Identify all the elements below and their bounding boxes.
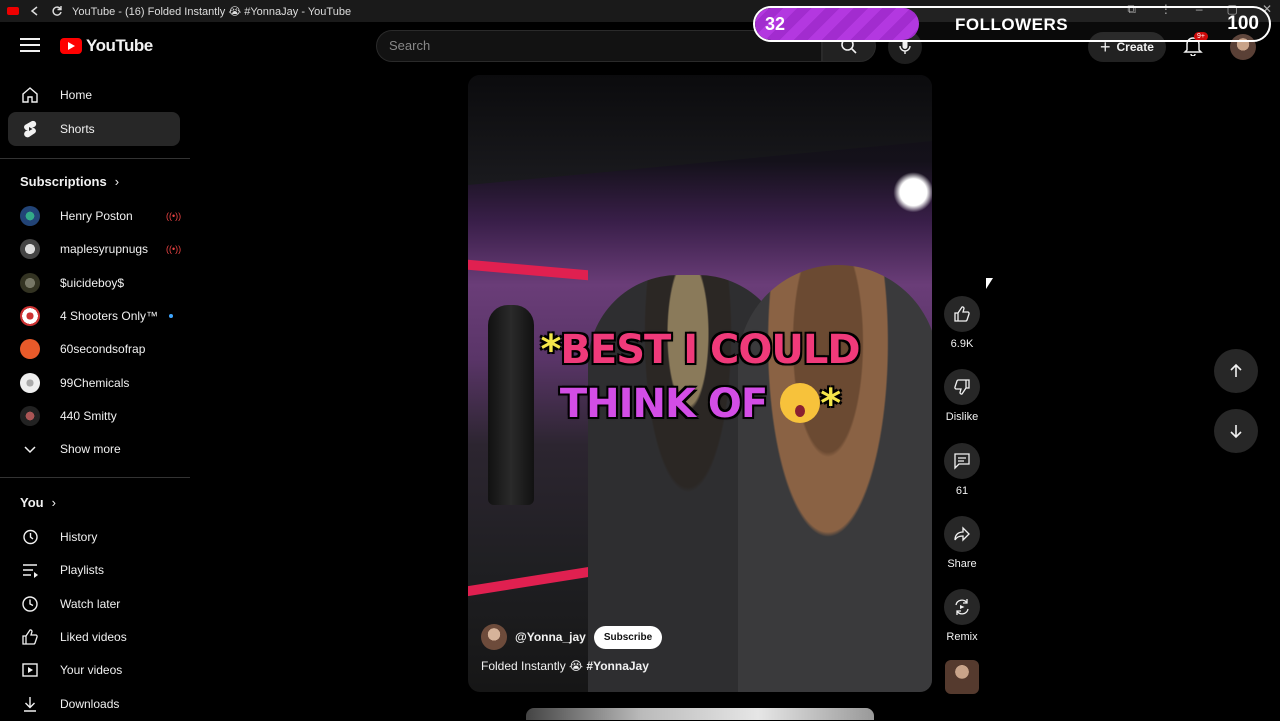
channel-avatar[interactable] (481, 624, 507, 650)
home-icon (20, 85, 40, 105)
channel-avatar (20, 406, 40, 426)
sidebar-sub-henry-poston[interactable]: Henry Poston ((•)) (8, 199, 182, 233)
like-button[interactable]: 6.9K (938, 296, 986, 350)
channel-avatar (20, 373, 40, 393)
sidebar-item-liked-videos[interactable]: Liked videos (8, 620, 180, 654)
youtube-logo[interactable]: YouTube (60, 36, 153, 56)
you-heading[interactable]: You › (20, 495, 56, 510)
subscriptions-heading[interactable]: Subscriptions › (20, 174, 119, 189)
video-caption-overlay-line2: THINK OF * (559, 381, 841, 427)
share-button[interactable]: Share (938, 516, 986, 570)
sidebar: Home Shorts Subscriptions › Henry Poston… (0, 78, 190, 720)
sidebar-item-downloads[interactable]: Downloads (8, 687, 180, 721)
sidebar-sub-440-smitty[interactable]: 440 Smitty (8, 399, 180, 433)
sidebar-item-history[interactable]: History (8, 520, 180, 554)
arrow-down-icon (1230, 425, 1242, 439)
new-content-dot (169, 314, 173, 318)
channel-avatar (20, 273, 40, 293)
sidebar-sub-uicideboys[interactable]: $uicideboy$ (8, 266, 180, 300)
download-icon (20, 694, 40, 714)
followers-goal: 100 (1227, 13, 1259, 34)
reload-icon[interactable] (48, 2, 66, 20)
search-input[interactable] (377, 31, 821, 60)
next-short-button[interactable] (1214, 409, 1258, 453)
remix-icon (944, 589, 980, 625)
channel-avatar (20, 206, 40, 226)
comments-button[interactable]: 61 (938, 443, 986, 497)
comment-count: 61 (955, 485, 969, 497)
followers-label: FOLLOWERS (955, 15, 1069, 34)
shorts-icon (20, 119, 40, 139)
sidebar-divider (0, 158, 190, 159)
video-caption-overlay-line1: *BEST I COULD (540, 327, 860, 373)
thumb-up-icon (20, 627, 40, 647)
clock-icon (20, 594, 40, 614)
sidebar-item-shorts[interactable]: Shorts (8, 112, 180, 146)
channel-avatar (20, 239, 40, 259)
history-icon (20, 527, 40, 547)
sidebar-sub-99chemicals[interactable]: 99Chemicals (8, 366, 180, 400)
channel-info: @Yonna_jay Subscribe (481, 624, 663, 650)
sidebar-item-playlists[interactable]: Playlists (8, 553, 180, 587)
dislike-button[interactable]: Dislike (938, 369, 986, 423)
youtube-play-icon (60, 38, 82, 54)
previous-short-button[interactable] (1214, 349, 1258, 393)
next-short-preview[interactable] (526, 708, 874, 720)
shorts-video-player[interactable]: *BEST I COULD THINK OF * @Yonna_jay Subs… (468, 75, 932, 692)
subscribe-button[interactable]: Subscribe (593, 625, 663, 649)
sidebar-item-watch-later[interactable]: Watch later (8, 587, 180, 621)
chevron-right-icon: › (114, 174, 120, 189)
audio-track-thumbnail[interactable] (945, 660, 979, 694)
sidebar-item-home[interactable]: Home (8, 78, 180, 112)
back-icon[interactable] (26, 2, 44, 20)
crying-emoji-icon (780, 383, 821, 423)
remix-button[interactable]: Remix (938, 589, 986, 643)
channel-avatar (20, 306, 40, 326)
sidebar-divider (0, 477, 190, 478)
window-title: YouTube - (16) Folded Instantly 😭 #Yonna… (72, 5, 352, 18)
video-icon (20, 660, 40, 680)
chevron-right-icon: › (51, 495, 56, 510)
followers-current: 32 (765, 14, 786, 34)
live-indicator-icon: ((•)) (166, 211, 182, 221)
remix-label: Remix (946, 631, 978, 643)
sidebar-sub-maplesyrupnugs[interactable]: maplesyrupnugs ((•)) (8, 232, 182, 266)
share-icon (944, 516, 980, 552)
mouse-cursor-icon (986, 278, 993, 289)
thumb-down-icon (944, 369, 980, 405)
video-title[interactable]: Folded Instantly 😭 #YonnaJay (481, 659, 649, 673)
channel-avatar (20, 339, 40, 359)
thumb-up-icon (944, 296, 980, 332)
arrow-up-icon (1230, 363, 1242, 377)
live-indicator-icon: ((•)) (166, 244, 182, 254)
show-more-button[interactable]: Show more (8, 432, 180, 466)
hashtag-link[interactable]: #YonnaJay (586, 659, 648, 673)
menu-icon[interactable] (18, 34, 42, 58)
sidebar-item-your-videos[interactable]: Your videos (8, 653, 180, 687)
share-label: Share (947, 558, 977, 570)
channel-name[interactable]: @Yonna_jay (515, 630, 586, 644)
comment-icon (944, 443, 980, 479)
followers-goal-overlay: 32 FOLLOWERS 100 (753, 6, 1271, 42)
sidebar-sub-60secondsofrap[interactable]: 60secondsofrap (8, 332, 180, 366)
youtube-favicon-icon (4, 2, 22, 20)
chevron-down-icon (20, 439, 40, 459)
dislike-label: Dislike (945, 411, 979, 423)
sidebar-sub-4-shooters-only[interactable]: 4 Shooters Only™ (8, 299, 180, 333)
search-box[interactable] (376, 30, 822, 62)
like-count: 6.9K (950, 338, 974, 350)
playlist-icon (20, 560, 40, 580)
